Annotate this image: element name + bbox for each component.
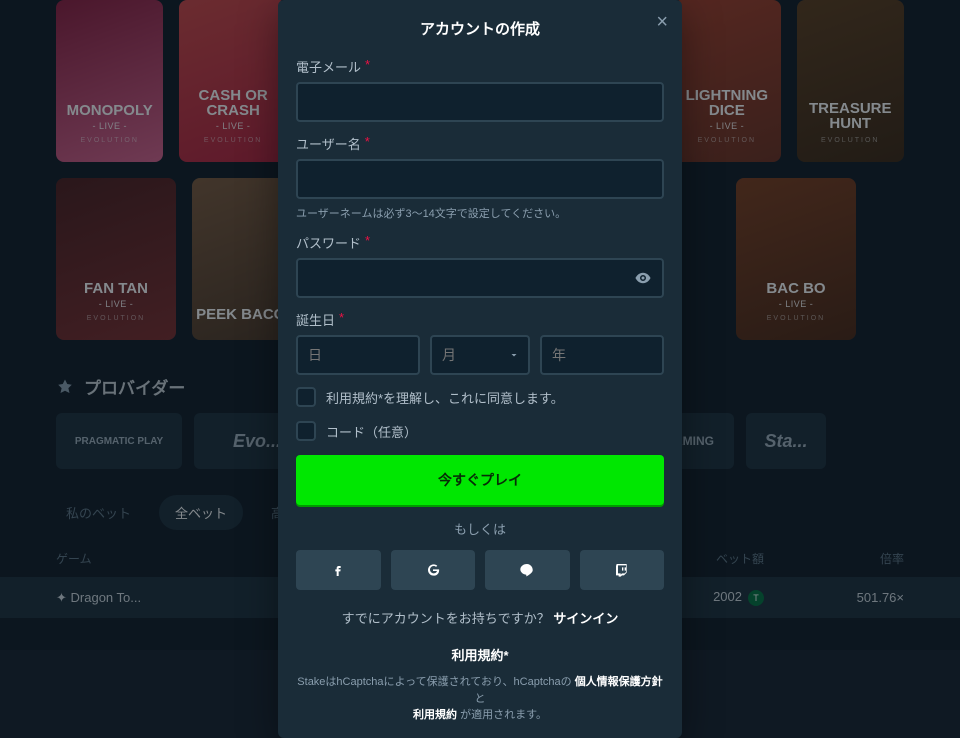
register-modal: × アカウントの作成 電子メール* ユーザー名* ユーザーネームは必ず3～14文… [278, 0, 682, 738]
password-field-group: パスワード* [296, 233, 664, 298]
password-label: パスワード* [296, 233, 664, 252]
terms-link[interactable]: 利用規約* [451, 648, 508, 663]
terms-checkbox-row: 利用規約*を理解し、これに同意します。 [296, 387, 664, 407]
social-login-row [296, 550, 664, 590]
facebook-button[interactable] [296, 550, 381, 590]
email-field-group: 電子メール* [296, 57, 664, 122]
terms-checkbox[interactable] [296, 387, 316, 407]
username-hint: ユーザーネームは必ず3～14文字で設定してください。 [296, 205, 664, 221]
captcha-notice: StakeはhCaptchaによって保護されており、hCaptchaの 個人情報… [296, 674, 664, 724]
username-field[interactable] [296, 159, 664, 199]
modal-overlay: × アカウントの作成 電子メール* ユーザー名* ユーザーネームは必ず3～14文… [0, 0, 960, 650]
google-icon [425, 562, 441, 578]
modal-title: アカウントの作成 [296, 18, 664, 39]
code-checkbox[interactable] [296, 421, 316, 441]
signin-prompt: すでにアカウントをお持ちですか？ サインイン [296, 608, 664, 627]
username-field-group: ユーザー名* ユーザーネームは必ず3～14文字で設定してください。 [296, 134, 664, 221]
email-label: 電子メール* [296, 57, 664, 76]
dob-day-field[interactable] [296, 335, 420, 375]
dob-month-select[interactable] [430, 335, 530, 375]
dob-year-field[interactable] [540, 335, 664, 375]
facebook-icon [330, 562, 346, 578]
google-button[interactable] [391, 550, 476, 590]
terms-line: 利用規約* [296, 645, 664, 664]
twitch-button[interactable] [580, 550, 665, 590]
code-label: コード（任意） [326, 422, 417, 441]
twitch-icon [614, 562, 630, 578]
email-field[interactable] [296, 82, 664, 122]
code-checkbox-row: コード（任意） [296, 421, 664, 441]
dob-label: 誕生日* [296, 310, 664, 329]
line-button[interactable] [485, 550, 570, 590]
eye-icon[interactable] [634, 269, 652, 287]
signin-link[interactable]: サインイン [553, 611, 618, 626]
submit-button[interactable]: 今すぐプレイ [296, 455, 664, 505]
dob-field-group: 誕生日* [296, 310, 664, 375]
terms-label: 利用規約*を理解し、これに同意します。 [326, 388, 564, 407]
privacy-link[interactable]: 個人情報保護方針 [575, 676, 663, 688]
username-label: ユーザー名* [296, 134, 664, 153]
captcha-terms-link[interactable]: 利用規約 [413, 709, 457, 721]
password-field[interactable] [296, 258, 664, 298]
or-divider: もしくは [296, 519, 664, 538]
close-icon[interactable]: × [656, 12, 668, 32]
line-icon [519, 562, 535, 578]
